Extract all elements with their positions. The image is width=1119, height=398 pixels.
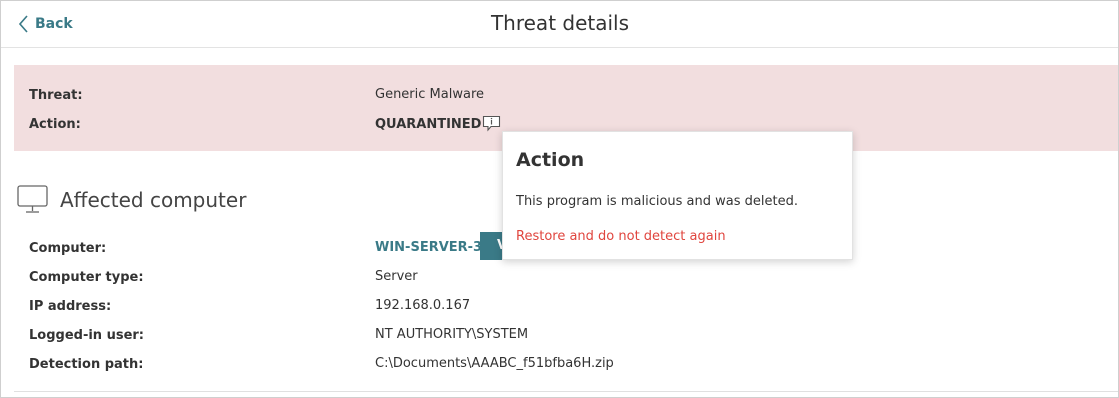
threat-value: Generic Malware bbox=[375, 87, 484, 102]
action-label: Action: bbox=[29, 117, 81, 132]
popover-title: Action bbox=[516, 149, 585, 171]
top-bar: Back Threat details bbox=[1, 1, 1118, 48]
ip-address-label: IP address: bbox=[29, 299, 112, 314]
restore-link[interactable]: Restore and do not detect again bbox=[516, 229, 726, 244]
threat-label: Threat: bbox=[29, 88, 83, 103]
info-comment-icon[interactable] bbox=[482, 115, 501, 136]
page-title: Threat details bbox=[490, 11, 630, 35]
affected-computer-header: Affected computer bbox=[17, 185, 246, 214]
logged-in-user-label: Logged-in user: bbox=[29, 328, 145, 343]
divider bbox=[14, 391, 1118, 392]
ip-address-value: 192.168.0.167 bbox=[375, 298, 471, 313]
action-value: QUARANTINED bbox=[375, 117, 482, 132]
computer-type-value: Server bbox=[375, 269, 418, 284]
action-popover: Action This program is malicious and was… bbox=[502, 131, 853, 260]
threat-details-window: Back Threat details Threat: Generic Malw… bbox=[0, 0, 1119, 398]
computer-type-label: Computer type: bbox=[29, 270, 144, 285]
computer-name-link[interactable]: WIN-SERVER-3 bbox=[375, 240, 482, 255]
detection-path-label: Detection path: bbox=[29, 357, 144, 372]
monitor-icon bbox=[17, 185, 48, 213]
logged-in-user-value: NT AUTHORITY\SYSTEM bbox=[375, 327, 529, 342]
popover-description: This program is malicious and was delete… bbox=[516, 194, 798, 209]
section-title: Affected computer bbox=[60, 187, 247, 212]
detection-path-value: C:\Documents\AAABC_f51bfba6H.zip bbox=[375, 356, 614, 371]
computer-label: Computer: bbox=[29, 241, 107, 256]
